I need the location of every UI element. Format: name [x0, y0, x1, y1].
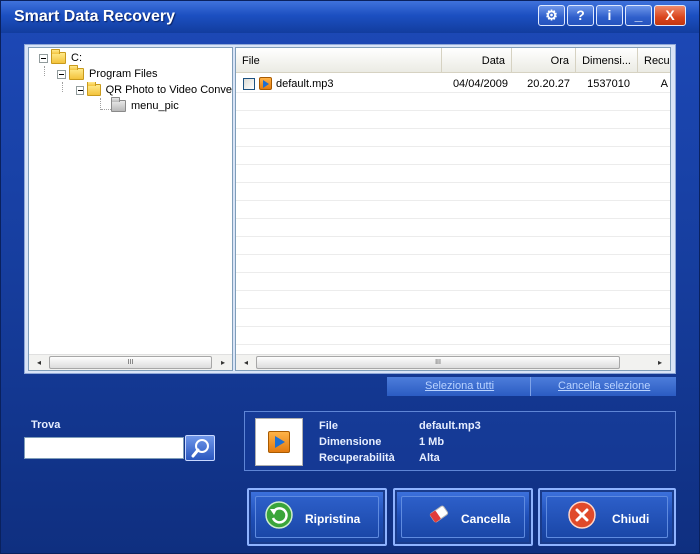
- collapse-icon[interactable]: [39, 53, 48, 63]
- column-dimensione[interactable]: Dimensi...: [576, 48, 638, 73]
- title-bar[interactable]: Smart Data Recovery ⚙ ? i _ X: [1, 1, 699, 33]
- grid-line: [236, 182, 670, 183]
- grid-line: [236, 200, 670, 201]
- tree-connector: [44, 66, 45, 76]
- scroll-right-icon[interactable]: ▸: [652, 355, 668, 370]
- detail-recoverability-label: Recuperabilità: [319, 452, 395, 464]
- grid-line: [236, 218, 670, 219]
- cell-ora: 20.20.27: [527, 78, 570, 90]
- tree-connector: [101, 109, 111, 110]
- tree-item-menu-pic[interactable]: menu_pic: [111, 97, 179, 114]
- help-icon: ?: [576, 7, 585, 23]
- column-file[interactable]: File: [236, 48, 442, 73]
- file-preview: [255, 418, 303, 466]
- collapse-icon[interactable]: [57, 69, 66, 79]
- detail-file-label: File: [319, 420, 338, 432]
- scroll-thumb[interactable]: III: [256, 356, 620, 369]
- list-horizontal-scrollbar[interactable]: ◂ III ▸: [236, 354, 670, 370]
- settings-button[interactable]: ⚙: [538, 5, 565, 26]
- column-data[interactable]: Data: [442, 48, 512, 73]
- tree-item-program-files[interactable]: Program Files: [57, 65, 158, 82]
- search-input[interactable]: [24, 437, 184, 459]
- cell-dimensione: 1537010: [587, 78, 630, 90]
- column-ora[interactable]: Ora: [512, 48, 576, 73]
- delete-label: Cancella: [461, 512, 511, 526]
- detail-file-value: default.mp3: [419, 420, 481, 432]
- cell-file: default.mp3: [276, 78, 334, 90]
- close-button[interactable]: Chiudi: [538, 488, 676, 546]
- restore-label: Ripristina: [305, 512, 361, 526]
- detail-recoverability-value: Alta: [419, 452, 440, 464]
- grid-line: [236, 110, 670, 111]
- scroll-left-icon[interactable]: ◂: [238, 355, 254, 370]
- help-button[interactable]: ?: [567, 5, 594, 26]
- grid-line: [236, 92, 670, 93]
- cell-data: 04/04/2009: [452, 78, 508, 90]
- file-list-header: File Data Ora Dimensi... Recup: [236, 48, 670, 73]
- button-face: [546, 496, 668, 538]
- detail-size-value: 1 Mb: [419, 436, 445, 448]
- folder-icon: [69, 65, 84, 80]
- folder-icon: [87, 82, 101, 96]
- close-window-button[interactable]: X: [654, 5, 686, 26]
- tree-item-c-drive[interactable]: C:: [39, 49, 82, 66]
- app-window: Smart Data Recovery ⚙ ? i _ X C: Program…: [0, 0, 700, 554]
- tree-horizontal-scrollbar[interactable]: ◂ III ▸: [29, 354, 232, 370]
- tree-item-label: QR Photo to Video Conve: [105, 84, 232, 96]
- minimize-icon: _: [634, 7, 643, 23]
- folder-icon: [51, 49, 66, 64]
- grid-line: [236, 308, 670, 309]
- info-button[interactable]: i: [596, 5, 623, 26]
- select-all-link[interactable]: Seleziona tutti: [425, 380, 494, 392]
- window-title: Smart Data Recovery: [14, 8, 175, 25]
- tree-item-label: menu_pic: [131, 100, 179, 112]
- restore-icon: [265, 501, 293, 529]
- search-label: Trova: [31, 419, 61, 431]
- clear-selection-link[interactable]: Cancella selezione: [558, 380, 650, 392]
- divider: [530, 377, 531, 396]
- column-recuperabilita[interactable]: Recup: [638, 48, 670, 73]
- close-label: Chiudi: [612, 512, 650, 526]
- scroll-right-icon[interactable]: ▸: [215, 355, 231, 371]
- grid-line: [236, 164, 670, 165]
- file-checkbox[interactable]: [243, 78, 255, 90]
- delete-button[interactable]: Cancella: [393, 488, 533, 546]
- folder-tree[interactable]: C: Program Files QR Photo to Video Conve…: [28, 47, 233, 371]
- close-icon: [568, 501, 596, 529]
- file-list[interactable]: File Data Ora Dimensi... Recup default.m…: [235, 47, 671, 371]
- grid-line: [236, 344, 670, 345]
- audio-file-icon: [259, 77, 272, 90]
- grid-line: [236, 146, 670, 147]
- grid-line: [236, 128, 670, 129]
- gear-icon: ⚙: [545, 7, 558, 23]
- eraser-icon: [429, 505, 449, 523]
- grid-line: [236, 272, 670, 273]
- cell-recuperabilita: A: [660, 78, 668, 90]
- scroll-left-icon[interactable]: ◂: [31, 355, 47, 371]
- restore-button[interactable]: Ripristina: [247, 488, 387, 546]
- minimize-button[interactable]: _: [625, 5, 652, 26]
- tree-item-qr-photo[interactable]: QR Photo to Video Conve: [76, 82, 232, 98]
- grid-line: [236, 236, 670, 237]
- search-button[interactable]: [185, 435, 215, 461]
- grid-line: [236, 326, 670, 327]
- collapse-icon[interactable]: [76, 85, 85, 95]
- scroll-thumb[interactable]: III: [49, 356, 212, 369]
- selection-bar: Seleziona tutti Cancella selezione: [387, 377, 676, 396]
- info-icon: i: [607, 7, 612, 23]
- tree-connector: [62, 82, 63, 92]
- folder-icon: [111, 97, 126, 112]
- detail-size-label: Dimensione: [319, 436, 382, 448]
- tree-item-label: Program Files: [89, 68, 158, 80]
- search-icon: [191, 439, 209, 458]
- grid-line: [236, 254, 670, 255]
- close-icon: X: [665, 7, 675, 23]
- tree-item-label: C:: [71, 52, 82, 64]
- audio-file-icon: [268, 431, 290, 453]
- grid-line: [236, 290, 670, 291]
